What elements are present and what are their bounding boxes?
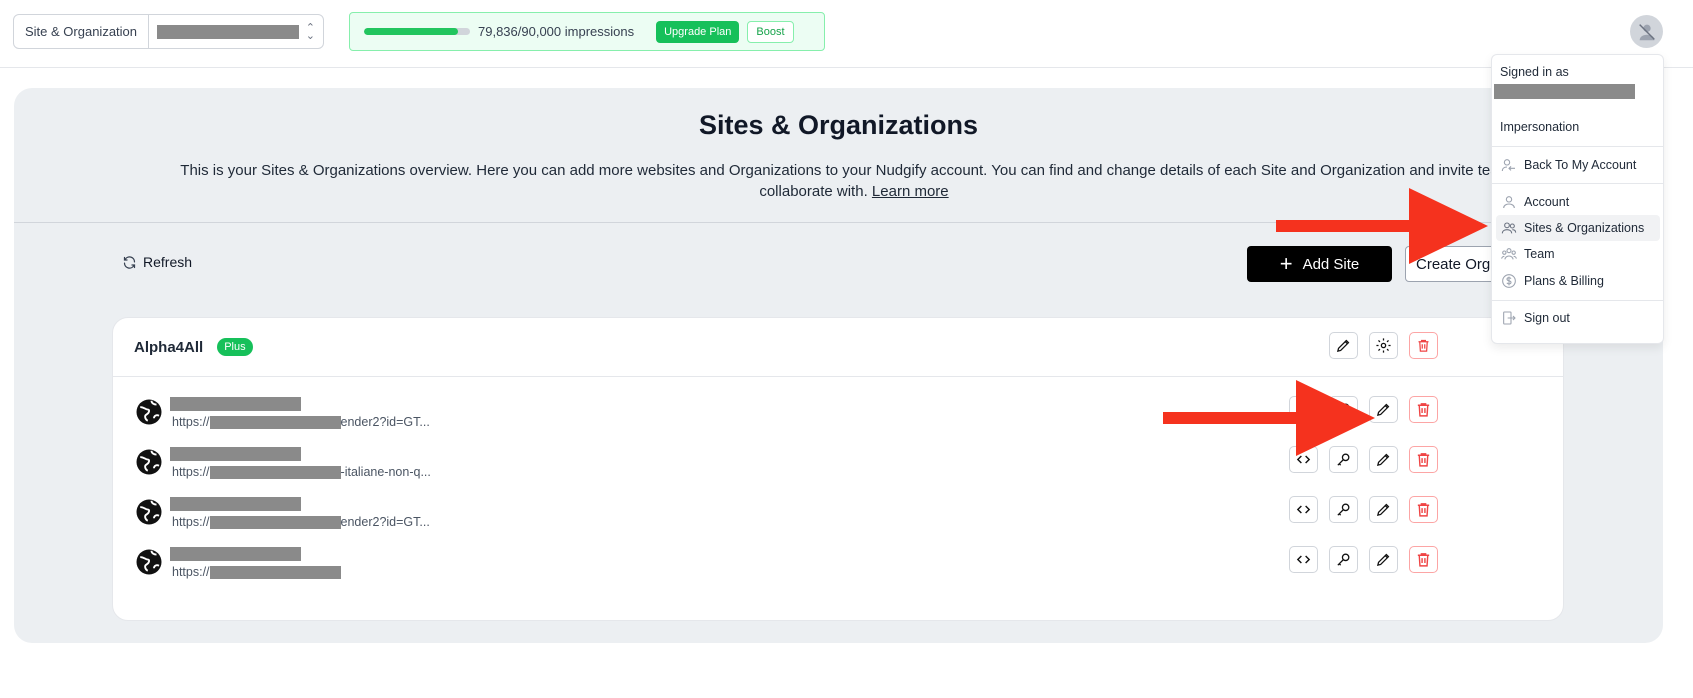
site-select[interactable]: ⌃ ⌄ <box>149 21 323 42</box>
user-icon <box>1503 196 1515 209</box>
redacted-email <box>1494 84 1635 99</box>
menu-item-plans-billing[interactable]: Plans & Billing <box>1496 268 1660 294</box>
menu-item-label: Plans & Billing <box>1524 274 1604 288</box>
site-url: https:// <box>172 565 341 580</box>
top-bar: Site & Organization ⌃ ⌄ 79,836/90,000 imp… <box>0 0 1693 68</box>
redacted-site-name <box>157 24 300 39</box>
delete-site-button[interactable] <box>1409 396 1438 423</box>
redacted-site-name <box>170 547 301 561</box>
site-url: https://ender2?id=GT... <box>172 415 430 430</box>
divider <box>1492 146 1663 147</box>
description-text: This is your Sites & Organizations overv… <box>180 162 1528 179</box>
menu-item-sites-organizations[interactable]: Sites & Organizations <box>1496 215 1660 241</box>
pencil-icon <box>1376 453 1390 467</box>
organization-header: Alpha4All Plus <box>113 318 1563 377</box>
menu-item-sign-out[interactable]: Sign out <box>1496 305 1660 331</box>
impersonation-label: Impersonation <box>1500 120 1580 134</box>
api-key-button[interactable] <box>1329 546 1358 573</box>
impressions-progress-fill <box>364 28 459 35</box>
refresh-button[interactable]: Refresh <box>122 254 192 270</box>
trash-icon <box>1418 339 1429 352</box>
menu-item-label: Sign out <box>1524 311 1570 325</box>
dollar-circle-icon <box>1502 274 1516 288</box>
site-organization-selector[interactable]: Site & Organization ⌃ ⌄ <box>13 14 324 49</box>
trash-icon <box>1417 403 1430 417</box>
main-panel: Sites & Organizations This is your Sites… <box>14 88 1663 643</box>
globe-icon <box>136 399 162 425</box>
annotation-arrow-icon <box>1276 188 1488 264</box>
learn-more-link[interactable]: Learn more <box>872 183 949 200</box>
chevron-updown-icon: ⌃ ⌄ <box>305 21 315 42</box>
pencil-icon <box>1376 403 1390 417</box>
site-url: https://ender2?id=GT... <box>172 515 430 530</box>
edit-organization-button[interactable] <box>1329 332 1358 359</box>
embed-code-button[interactable] <box>1289 546 1318 573</box>
plan-badge: Plus <box>217 338 253 356</box>
edit-site-button[interactable] <box>1369 496 1398 523</box>
redacted-site-name <box>170 497 301 511</box>
key-icon <box>1337 553 1350 566</box>
delete-site-button[interactable] <box>1409 446 1438 473</box>
menu-item-account[interactable]: Account <box>1496 189 1660 215</box>
menu-item-label: Team <box>1524 247 1555 261</box>
key-icon <box>1337 503 1350 516</box>
delete-organization-button[interactable] <box>1409 332 1438 359</box>
pencil-icon <box>1336 339 1350 353</box>
trash-icon <box>1417 503 1430 517</box>
impressions-text: 79,836/90,000 impressions <box>478 24 635 39</box>
pencil-icon <box>1376 553 1390 567</box>
team-icon <box>1501 248 1517 260</box>
menu-item-team[interactable]: Team <box>1496 241 1660 267</box>
site-organization-label: Site & Organization <box>14 15 150 48</box>
site-row: https://ender2?id=GT... <box>134 493 1534 543</box>
boost-button[interactable]: Boost <box>747 20 794 43</box>
delete-site-button[interactable] <box>1409 546 1438 573</box>
organization-settings-button[interactable] <box>1369 332 1398 359</box>
upgrade-plan-button[interactable]: Upgrade Plan <box>656 20 740 43</box>
signed-in-label: Signed in as <box>1500 65 1569 79</box>
refresh-label: Refresh <box>143 254 193 270</box>
site-row: https:// <box>134 543 1534 593</box>
redacted-site-name <box>170 397 301 411</box>
organization-card: Alpha4All Plus https://ender2?id=GT... h… <box>112 317 1564 621</box>
globe-icon <box>136 499 162 525</box>
redacted-site-name <box>170 447 301 461</box>
organization-name: Alpha4All <box>134 338 204 356</box>
divider <box>1492 300 1663 301</box>
usage-banner: 79,836/90,000 impressions Upgrade Plan B… <box>349 12 825 51</box>
code-icon <box>1296 555 1311 564</box>
divider <box>1492 183 1663 184</box>
globe-icon <box>136 549 162 575</box>
page-title: Sites & Organizations <box>698 110 979 140</box>
embed-code-button[interactable] <box>1289 496 1318 523</box>
annotation-arrow-icon <box>1163 380 1375 456</box>
users-icon <box>1501 222 1517 234</box>
site-url: https://-italiane-non-q... <box>172 465 431 480</box>
api-key-button[interactable] <box>1329 496 1358 523</box>
sign-out-icon <box>1503 311 1516 325</box>
menu-item-label: Sites & Organizations <box>1524 221 1645 235</box>
user-back-icon <box>1501 159 1515 172</box>
gear-icon <box>1376 338 1391 353</box>
avatar[interactable] <box>1630 15 1663 48</box>
trash-icon <box>1417 453 1430 467</box>
menu-item-label: Account <box>1524 195 1570 209</box>
code-icon <box>1296 505 1311 514</box>
delete-site-button[interactable] <box>1409 496 1438 523</box>
refresh-icon <box>123 255 136 269</box>
menu-item-back-to-my-account[interactable]: Back To My Account <box>1496 152 1660 178</box>
globe-icon <box>136 449 162 475</box>
description-text-line2: collaborate with. <box>759 183 868 200</box>
menu-item-label: Back To My Account <box>1524 158 1637 172</box>
user-dropdown-menu: Signed in as Impersonation Back To My Ac… <box>1491 54 1664 344</box>
impressions-progress-bar <box>364 28 470 35</box>
trash-icon <box>1417 553 1430 567</box>
edit-site-button[interactable] <box>1369 546 1398 573</box>
user-avatar-icon <box>1638 23 1655 40</box>
pencil-icon <box>1376 503 1390 517</box>
